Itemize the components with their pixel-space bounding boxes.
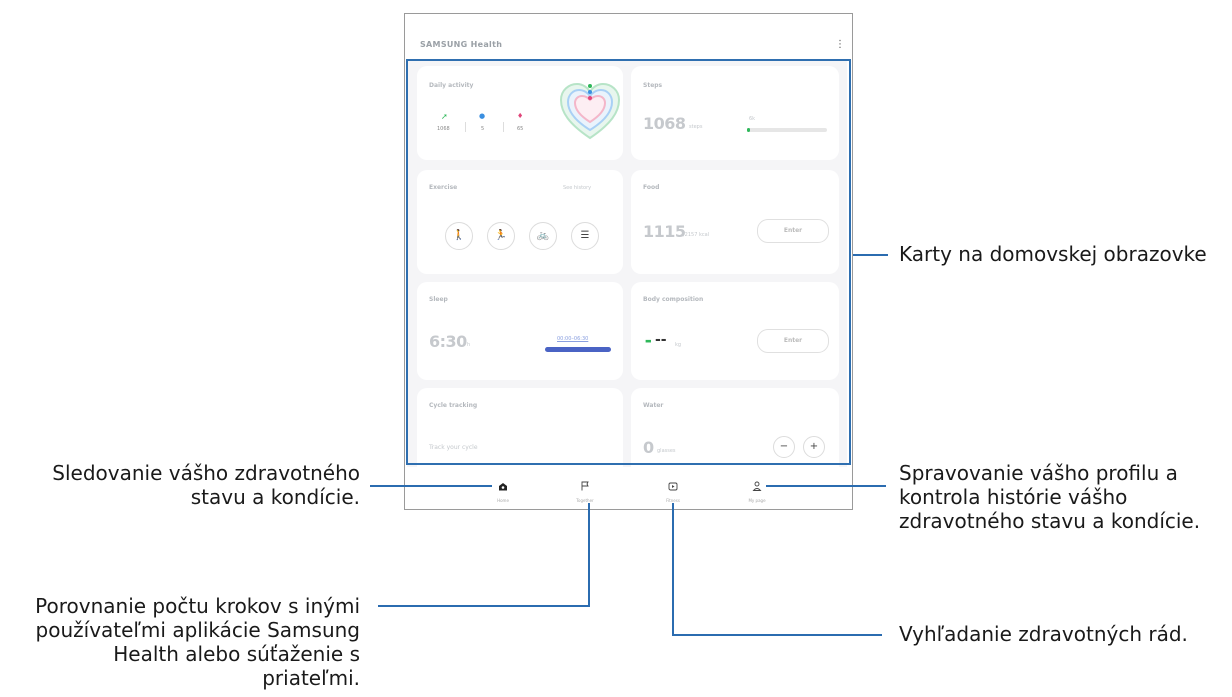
together-callout-line-v: [588, 503, 590, 607]
profile-annotation-line: Spravovanie vášho profilu a: [899, 461, 1178, 485]
home-cards-area: Daily activity ➚ 1068 ● 5 ♦ 65 Steps 106…: [407, 60, 847, 467]
water-value: 0: [643, 438, 654, 457]
fitness-annotation: Vyhľadanie zdravotných rád.: [899, 622, 1188, 646]
nav-my-page-label: My page: [748, 498, 766, 503]
food-enter-button[interactable]: Enter: [757, 219, 829, 243]
together-annotation-line: priateľmi.: [262, 666, 360, 690]
water-unit: glasses: [657, 448, 676, 454]
profile-callout-line: [766, 485, 886, 487]
bike-icon[interactable]: 🚲: [529, 222, 557, 250]
exercise-history-link[interactable]: See history: [563, 185, 591, 191]
walk-icon[interactable]: 🚶: [445, 222, 473, 250]
profile-annotation-line: kontrola histórie vášho: [899, 485, 1128, 509]
food-card[interactable]: Food 1115 /2157 kcal Enter: [631, 170, 839, 274]
body-composition-unit: kg: [675, 342, 682, 348]
body-icon: ▬: [645, 337, 652, 345]
person-icon: [752, 481, 762, 491]
sleep-range: 00:00–06:30: [557, 336, 589, 342]
exercise-title: Exercise: [429, 184, 458, 191]
run-icon[interactable]: 🏃: [487, 222, 515, 250]
tablet-screen: SAMSUNG Health ⋮ Daily activity ➚ 1068 ●…: [404, 13, 853, 510]
steps-card-value: 1068: [643, 114, 686, 133]
calories-value: 65: [517, 126, 524, 132]
divider: [465, 122, 466, 132]
daily-activity-card[interactable]: Daily activity ➚ 1068 ● 5 ♦ 65: [417, 66, 623, 160]
cycle-tracking-title: Cycle tracking: [429, 402, 478, 409]
fitness-callout-line-v: [672, 503, 674, 636]
body-composition-card[interactable]: Body composition ▬ -- kg Enter: [631, 282, 839, 380]
steps-progress-bar: [747, 128, 827, 132]
fitness-callout-line-h: [672, 634, 882, 636]
nav-home[interactable]: Home: [473, 476, 533, 503]
home-icon: [499, 483, 507, 491]
daily-activity-title: Daily activity: [429, 82, 474, 89]
nav-home-label: Home: [497, 498, 509, 503]
body-enter-button[interactable]: Enter: [757, 329, 829, 353]
more-vert-icon[interactable]: ⋮: [835, 40, 845, 50]
activity-heart-icon: [559, 82, 621, 140]
nav-together[interactable]: Together: [555, 476, 615, 503]
body-composition-value: --: [655, 332, 667, 348]
together-annotation-line: Health alebo súťaženie s: [113, 642, 360, 666]
divider: [503, 122, 504, 132]
sleep-card[interactable]: Sleep 6:30 h 00:00–06:30: [417, 282, 623, 380]
cards-annotation: Karty na domovskej obrazovke: [899, 242, 1207, 266]
nav-my-page[interactable]: My page: [727, 476, 787, 503]
steps-title: Steps: [643, 82, 663, 89]
water-plus-button[interactable]: +: [803, 436, 825, 458]
together-annotation-line: používateľmi aplikácie Samsung: [35, 618, 360, 642]
home-annotation-line: stavu a kondície.: [190, 485, 360, 509]
food-value: 1115: [643, 222, 686, 241]
minutes-icon: ●: [479, 112, 486, 120]
sleep-value: 6:30: [429, 332, 467, 351]
sleep-bar: [545, 347, 611, 352]
water-card[interactable]: Water 0 glasses − +: [631, 388, 839, 467]
home-annotation: Sledovanie vášho zdravotného stavu a kon…: [52, 461, 360, 509]
calories-icon: ♦: [517, 112, 524, 120]
steps-card[interactable]: Steps 1068 steps 6k: [631, 66, 839, 160]
app-title: SAMSUNG Health: [420, 40, 503, 49]
steps-goal-label: 6k: [749, 116, 756, 122]
home-annotation-line: Sledovanie vášho zdravotného: [52, 461, 360, 485]
cycle-tracking-link[interactable]: Track your cycle: [429, 444, 478, 451]
steps-unit: steps: [689, 124, 703, 130]
minutes-value: 5: [481, 126, 485, 132]
water-title: Water: [643, 402, 664, 409]
profile-annotation-line: zdravotného stavu a kondície.: [899, 509, 1201, 533]
sleep-title: Sleep: [429, 296, 448, 303]
water-minus-button[interactable]: −: [773, 436, 795, 458]
profile-annotation: Spravovanie vášho profilu a kontrola his…: [899, 461, 1200, 533]
body-composition-title: Body composition: [643, 296, 704, 303]
together-callout-line-h: [378, 605, 590, 607]
food-title: Food: [643, 184, 660, 191]
steps-icon: ➚: [441, 112, 448, 121]
cards-callout-line: [853, 254, 888, 256]
home-callout-line: [370, 485, 492, 487]
cycle-tracking-card[interactable]: Cycle tracking Track your cycle: [417, 388, 623, 467]
food-unit: /2157 kcal: [683, 232, 710, 238]
nav-together-label: Together: [576, 498, 594, 503]
nav-fitness[interactable]: Fitness: [643, 476, 703, 503]
exercise-card[interactable]: Exercise See history 🚶 🏃 🚲 ☰: [417, 170, 623, 274]
together-annotation-line: Porovnanie počtu krokov s inými: [35, 594, 360, 618]
list-icon[interactable]: ☰: [571, 222, 599, 250]
together-annotation: Porovnanie počtu krokov s inými používat…: [35, 594, 360, 690]
sleep-unit: h: [467, 342, 471, 348]
steps-value: 1068: [437, 126, 450, 132]
flag-icon: [581, 481, 589, 491]
play-icon: [668, 482, 678, 491]
